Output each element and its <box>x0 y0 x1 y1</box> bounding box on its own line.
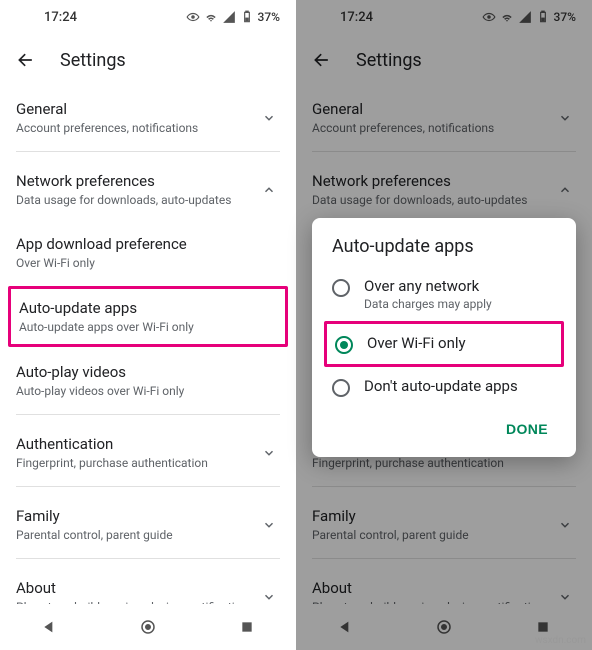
status-bar: 17:24 37% <box>0 0 296 34</box>
battery-percent: 37% <box>554 10 576 24</box>
radio-icon[interactable] <box>332 379 350 397</box>
eye-icon <box>482 10 496 24</box>
chevron-up-icon <box>258 179 280 201</box>
section-auth[interactable]: AuthenticationFingerprint, purchase auth… <box>16 421 280 484</box>
signal-icon <box>518 10 532 24</box>
status-bar: 17:24 37% <box>296 0 592 34</box>
section-auto-update[interactable]: Auto-update appsAuto-update apps over Wi… <box>8 286 288 347</box>
nav-home-icon[interactable] <box>434 617 454 637</box>
nav-bar <box>0 604 296 650</box>
radio-icon-selected[interactable] <box>335 336 353 354</box>
toolbar: Settings <box>296 34 592 86</box>
section-family[interactable]: FamilyParental control, parent guide <box>16 493 280 556</box>
status-time: 17:24 <box>340 10 373 25</box>
page-title: Settings <box>60 50 126 71</box>
signal-icon <box>222 10 236 24</box>
section-network[interactable]: Network preferencesData usage for downlo… <box>16 158 280 221</box>
chevron-down-icon <box>258 514 280 536</box>
section-about[interactable]: AboutPlay store, build version, device c… <box>16 565 280 604</box>
radio-dont-auto-update[interactable]: Don't auto-update apps <box>312 367 576 407</box>
back-icon[interactable] <box>312 50 332 70</box>
section-general[interactable]: GeneralAccount preferences, notification… <box>16 86 280 149</box>
chevron-down-icon <box>554 514 576 536</box>
settings-screen-left: 17:24 37% Settings GeneralAccount prefer… <box>0 0 296 650</box>
radio-over-any-network[interactable]: Over any networkData charges may apply <box>312 267 576 321</box>
status-time: 17:24 <box>44 10 77 25</box>
chevron-down-icon <box>554 586 576 605</box>
dialog-title: Auto-update apps <box>312 236 576 267</box>
section-download-pref[interactable]: App download preferenceOver Wi-Fi only <box>16 221 280 284</box>
chevron-down-icon <box>554 107 576 129</box>
section-network[interactable]: Network preferencesData usage for downlo… <box>312 158 576 221</box>
nav-back-icon[interactable] <box>39 617 59 637</box>
radio-over-wifi-only[interactable]: Over Wi-Fi only <box>324 321 564 367</box>
settings-screen-right: 17:24 37% Settings GeneralAccount prefer… <box>296 0 592 650</box>
section-about[interactable]: AboutPlay store, build version, device c… <box>312 565 576 604</box>
nav-recent-icon[interactable] <box>533 617 553 637</box>
done-button[interactable]: DONE <box>496 415 558 443</box>
back-icon[interactable] <box>16 50 36 70</box>
chevron-up-icon <box>554 179 576 201</box>
nav-recent-icon[interactable] <box>237 617 257 637</box>
chevron-down-icon <box>258 107 280 129</box>
auto-update-dialog: Auto-update apps Over any networkData ch… <box>312 218 576 457</box>
section-autoplay[interactable]: Auto-play videosAuto-play videos over Wi… <box>16 349 280 412</box>
section-family[interactable]: FamilyParental control, parent guide <box>312 493 576 556</box>
eye-icon <box>186 10 200 24</box>
watermark: wsxdn.com <box>535 635 586 646</box>
battery-icon <box>536 10 550 24</box>
radio-icon[interactable] <box>332 279 350 297</box>
battery-icon <box>240 10 254 24</box>
section-general[interactable]: GeneralAccount preferences, notification… <box>312 86 576 149</box>
page-title: Settings <box>356 50 422 71</box>
chevron-down-icon <box>258 586 280 605</box>
nav-back-icon[interactable] <box>335 617 355 637</box>
status-icons: 37% <box>186 10 280 24</box>
status-icons: 37% <box>482 10 576 24</box>
chevron-down-icon <box>258 442 280 464</box>
toolbar: Settings <box>0 34 296 86</box>
settings-list[interactable]: GeneralAccount preferences, notification… <box>0 86 296 604</box>
wifi-icon <box>204 10 218 24</box>
battery-percent: 37% <box>258 10 280 24</box>
nav-home-icon[interactable] <box>138 617 158 637</box>
wifi-icon <box>500 10 514 24</box>
